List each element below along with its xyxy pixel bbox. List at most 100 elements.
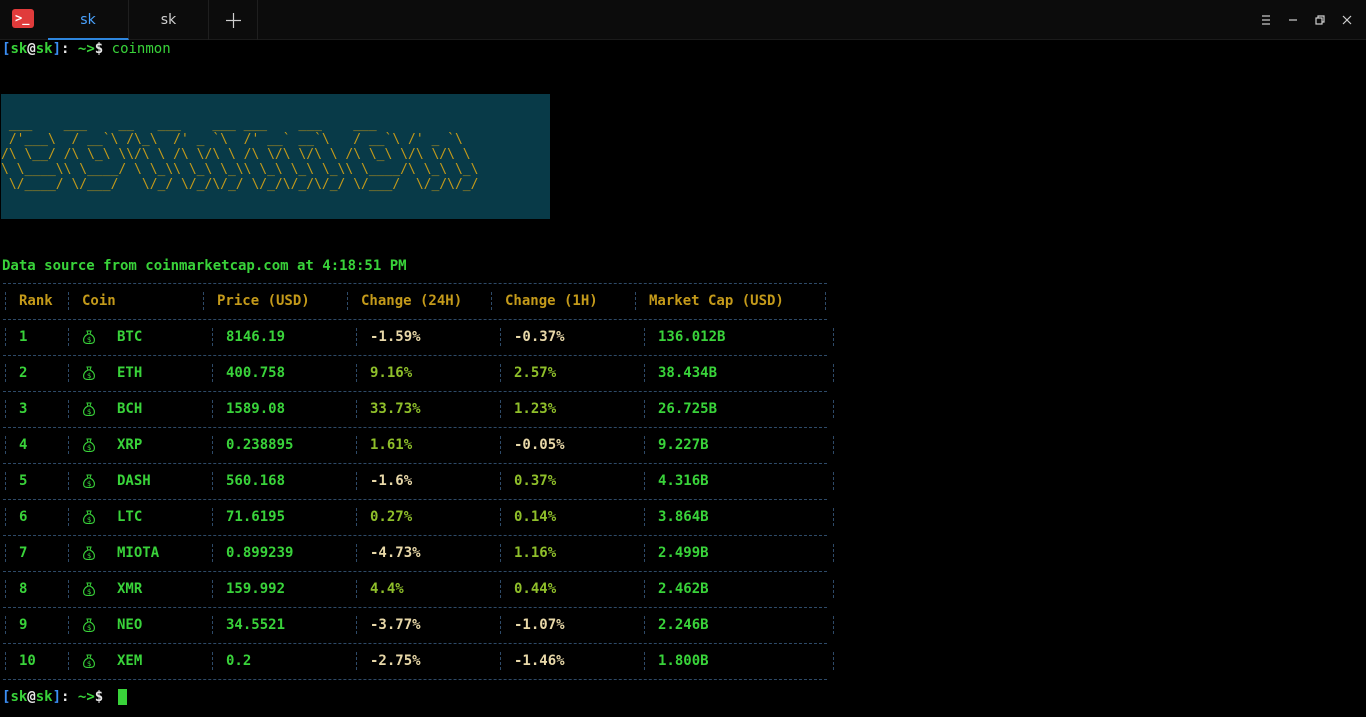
table-row: 5 $ DASH 560.168 -1.6% 0.37% 4.316B (0, 463, 840, 499)
column-divider (212, 616, 213, 634)
data-source-line: Data source from coinmarketcap.com at 4:… (2, 258, 407, 274)
money-bag-icon: $ (83, 474, 95, 489)
cell-market-cap: 2.246B (658, 617, 709, 633)
close-icon[interactable] (1339, 12, 1355, 28)
column-divider (500, 400, 501, 418)
column-divider (644, 400, 645, 418)
column-divider (500, 328, 501, 346)
column-divider (644, 580, 645, 598)
column-divider (356, 364, 357, 382)
cell-price: 159.992 (226, 581, 286, 597)
column-divider (833, 616, 834, 634)
column-divider (500, 508, 501, 526)
svg-text:$: $ (87, 660, 91, 668)
minimize-icon[interactable] (1285, 12, 1301, 28)
column-divider (212, 364, 213, 382)
column-divider (500, 652, 501, 670)
cell-change-1h: 0.37% (514, 473, 557, 489)
column-divider (644, 508, 645, 526)
cell-change-24h: 1.61% (370, 437, 413, 453)
column-divider (68, 544, 69, 562)
cell-coin: XMR (117, 581, 143, 597)
cell-change-1h: -1.07% (514, 617, 565, 633)
cell-change-24h: 33.73% (370, 401, 421, 417)
cell-change-1h: 0.14% (514, 509, 557, 525)
column-divider (644, 328, 645, 346)
cell-market-cap: 1.800B (658, 653, 709, 669)
column-divider (833, 400, 834, 418)
cell-coin: BTC (117, 329, 143, 345)
cell-change-24h: -2.75% (370, 653, 421, 669)
cell-market-cap: 2.499B (658, 545, 709, 561)
menu-icon[interactable] (1258, 12, 1274, 28)
column-divider (500, 616, 501, 634)
svg-text:$: $ (87, 336, 91, 344)
column-divider (644, 436, 645, 454)
column-divider (356, 328, 357, 346)
prompt-bracket-close: ] (52, 689, 62, 705)
column-divider (644, 616, 645, 634)
cell-price: 1589.08 (226, 401, 286, 417)
column-divider (212, 400, 213, 418)
column-divider (347, 292, 348, 310)
money-bag-icon: $ (83, 438, 95, 453)
cell-coin: NEO (117, 617, 143, 633)
column-divider (5, 436, 6, 454)
column-divider (644, 544, 645, 562)
header-rank: Rank (19, 293, 53, 309)
cell-change-1h: 2.57% (514, 365, 557, 381)
column-divider (833, 508, 834, 526)
cell-change-1h: -0.37% (514, 329, 565, 345)
cell-coin: XEM (117, 653, 143, 669)
svg-text:$: $ (87, 408, 91, 416)
column-divider (212, 652, 213, 670)
table-row: 9 $ NEO 34.5521 -3.77% -1.07% 2.246B (0, 607, 840, 643)
cell-rank: 6 (19, 509, 28, 525)
svg-text:$: $ (87, 516, 91, 524)
tab-sk[interactable]: sk (129, 0, 209, 40)
restore-icon[interactable] (1312, 12, 1328, 28)
prompt-dollar: $ (94, 689, 104, 705)
svg-text:$: $ (87, 624, 91, 632)
cell-rank: 2 (19, 365, 28, 381)
tab-sk-active[interactable]: sk (48, 0, 129, 40)
column-divider (203, 292, 204, 310)
column-divider (5, 544, 6, 562)
command-text: coinmon (111, 41, 171, 57)
prompt-user: sk (10, 41, 28, 57)
table-row: 7 $ MIOTA 0.899239 -4.73% 1.16% 2.499B (0, 535, 840, 571)
column-divider (833, 580, 834, 598)
column-divider (5, 580, 6, 598)
column-divider (833, 544, 834, 562)
column-divider (68, 616, 69, 634)
column-divider (500, 436, 501, 454)
cell-rank: 10 (19, 653, 36, 669)
svg-text:$: $ (87, 588, 91, 596)
cell-price: 400.758 (226, 365, 286, 381)
column-divider (833, 652, 834, 670)
column-divider (68, 400, 69, 418)
column-divider (356, 616, 357, 634)
cell-coin: BCH (117, 401, 143, 417)
cell-rank: 8 (19, 581, 28, 597)
cell-change-24h: 4.4% (370, 581, 404, 597)
cell-change-24h: 0.27% (370, 509, 413, 525)
new-tab-button[interactable] (209, 0, 258, 40)
column-divider (212, 580, 213, 598)
column-divider (356, 472, 357, 490)
terminal-cursor[interactable] (118, 689, 127, 705)
cell-price: 8146.19 (226, 329, 286, 345)
money-bag-icon: $ (83, 546, 95, 561)
cell-rank: 4 (19, 437, 28, 453)
header-change-1h: Change (1H) (505, 293, 598, 309)
svg-text:$: $ (87, 372, 91, 380)
cell-rank: 5 (19, 473, 28, 489)
cell-change-1h: 0.44% (514, 581, 557, 597)
cell-change-24h: -4.73% (370, 545, 421, 561)
cell-change-24h: 9.16% (370, 365, 413, 381)
cell-rank: 1 (19, 329, 28, 345)
money-bag-icon: $ (83, 402, 95, 417)
column-divider (5, 400, 6, 418)
terminal-app-icon[interactable]: >_ (12, 9, 34, 28)
new-tab-icon (226, 13, 241, 28)
